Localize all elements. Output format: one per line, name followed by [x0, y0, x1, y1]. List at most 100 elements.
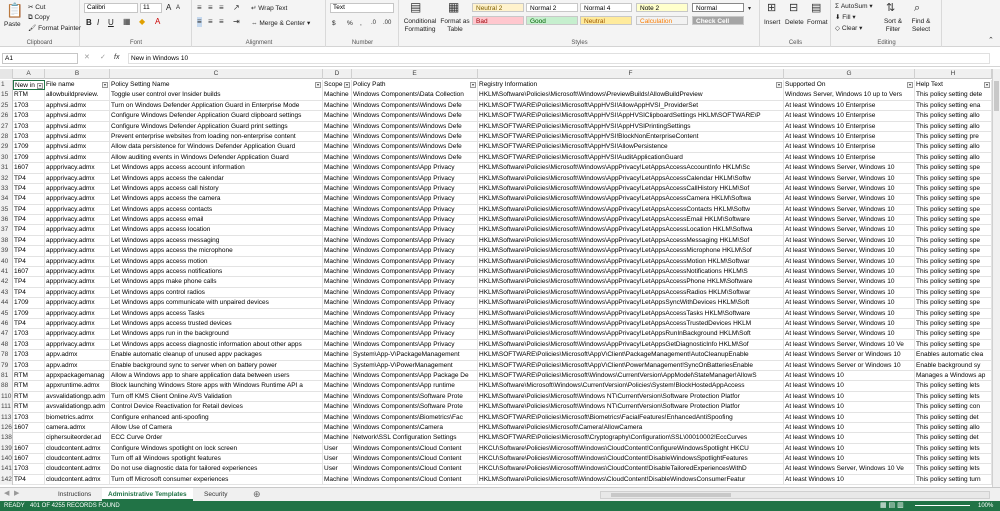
cell-supported-on[interactable]: At least Windows 10 Enterprise — [784, 131, 915, 143]
row-header[interactable]: 37 — [0, 225, 13, 236]
cell-style-note-2[interactable]: Note 2 — [636, 3, 688, 12]
cell-help-text[interactable]: Manages a Windows ap — [915, 370, 992, 382]
row-header[interactable]: 38 — [0, 235, 13, 247]
cell-scope[interactable]: Machine — [323, 308, 352, 319]
cell-scope[interactable]: Machine — [323, 225, 352, 236]
cell-registry-information[interactable]: HKLM\Software\Policies\Microsoft\Windows… — [478, 329, 784, 340]
row-header[interactable]: 111 — [0, 402, 13, 413]
cell-supported-on[interactable]: At least Windows 10 — [784, 412, 915, 423]
cell-new-in[interactable]: TP4 — [13, 225, 45, 236]
cell-registry-information[interactable]: HKLM\Software\Policies\Microsoft\Windows… — [478, 402, 784, 413]
indent-icon[interactable]: ⇥ — [233, 17, 240, 27]
cell-help-text[interactable]: This policy setting spe — [915, 298, 992, 309]
cell-new-in[interactable]: 1607 — [13, 163, 45, 174]
cell-help-text[interactable]: This policy setting spe — [915, 339, 992, 351]
row-header[interactable]: 142 — [0, 474, 13, 486]
filter-dropdown-icon[interactable]: ▾ — [776, 82, 782, 88]
row-header[interactable]: 25 — [0, 100, 13, 112]
column-header-d[interactable]: D — [323, 69, 352, 79]
cell-file-name[interactable]: appv.admx — [45, 360, 110, 371]
cell-new-in[interactable]: 1703 — [13, 360, 45, 371]
row-header[interactable]: 26 — [0, 111, 13, 122]
cell-policy-path[interactable]: Windows Components\App Privacy — [352, 225, 478, 236]
cell-policy-path[interactable]: Windows Components\App Privacy — [352, 163, 478, 174]
cell-file-name[interactable]: cloudcontent.admx — [45, 464, 110, 475]
enter-icon[interactable]: ✓ — [100, 53, 106, 63]
cell-scope[interactable]: User — [323, 454, 352, 465]
cell-file-name[interactable]: biometrics.admx — [45, 412, 110, 423]
cell-policy-path[interactable]: Windows Components\Software Prote — [352, 391, 478, 403]
formula-input[interactable]: New in Windows 10 — [128, 53, 990, 64]
header-cell-policy-path[interactable]: Policy Path ▾ — [352, 80, 478, 91]
cell-help-text[interactable]: This policy setting allo — [915, 152, 992, 164]
cell-registry-information[interactable]: HKLM\Software\Policies\Microsoft\Windows… — [478, 204, 784, 216]
cell-policy-setting-name[interactable]: Let Windows apps access contacts — [110, 204, 323, 216]
cell-scope[interactable]: Machine — [323, 215, 352, 226]
column-header-h[interactable]: H — [915, 69, 992, 79]
cell-supported-on[interactable]: At least Windows Server, Windows 10 — [784, 318, 915, 330]
cell-registry-information[interactable]: HKLM\Software\Policies\Microsoft\Windows… — [478, 183, 784, 195]
cell-file-name[interactable]: appprivacy.admx — [45, 163, 110, 174]
cell-policy-path[interactable]: Windows Components\Windows Defe — [352, 111, 478, 122]
cell-supported-on[interactable]: At least Windows Server or Windows 10 — [784, 350, 915, 361]
cell-registry-information[interactable]: HKLM\Software\Policies\Microsoft\Windows… — [478, 287, 784, 299]
font-name-select[interactable]: Calibri — [84, 3, 138, 13]
cell-file-name[interactable]: avsvalidationgp.adm — [45, 402, 110, 413]
cell-file-name[interactable]: appxruntime.admx — [45, 381, 110, 392]
currency-button[interactable]: $ — [332, 19, 336, 28]
cut-button[interactable]: ✂ Cut — [28, 3, 45, 12]
cell-new-in[interactable]: 1703 — [13, 100, 45, 112]
cell-policy-setting-name[interactable]: Allow data persistence for Windows Defen… — [110, 142, 323, 153]
cell-new-in[interactable]: TP4 — [13, 235, 45, 247]
cell-policy-setting-name[interactable]: Enable automatic cleanup of unused appv … — [110, 350, 323, 361]
cell-policy-path[interactable]: Windows Components\Windows Defe — [352, 142, 478, 153]
row-header[interactable]: 140 — [0, 454, 13, 465]
column-header-e[interactable]: E — [352, 69, 478, 79]
cell-file-name[interactable]: appprivacy.admx — [45, 329, 110, 340]
cell-policy-setting-name[interactable]: Let Windows apps access Tasks — [110, 308, 323, 319]
cell-supported-on[interactable]: At least Windows Server, Windows 10 — [784, 277, 915, 288]
conditional-formatting-icon[interactable]: ▤ — [410, 1, 421, 13]
header-cell-registry-information[interactable]: Registry Information ▾ — [478, 80, 784, 91]
cell-supported-on[interactable]: At least Windows 10 — [784, 443, 915, 455]
cell-policy-path[interactable]: Windows Components\App Privacy — [352, 308, 478, 319]
font-color-icon[interactable]: A — [155, 17, 160, 27]
cell-new-in[interactable]: RTM — [13, 370, 45, 382]
cell-file-name[interactable]: appprivacy.admx — [45, 318, 110, 330]
font-size-select[interactable]: 11 — [140, 3, 162, 13]
cell-help-text[interactable]: This policy setting spe — [915, 329, 992, 340]
copy-button[interactable]: ⧉ Copy — [28, 13, 50, 22]
cell-registry-information[interactable]: HKLM\SOFTWARE\Policies\Microsoft\Cryptog… — [478, 433, 784, 444]
cell-file-name[interactable]: allowbuildpreview. — [45, 90, 110, 101]
merge-center-button[interactable]: ⇔ Merge & Center ▾ — [251, 19, 310, 28]
cell-policy-path[interactable]: Windows Components\App Privacy — [352, 256, 478, 268]
cell-file-name[interactable]: apphvsi.admx — [45, 142, 110, 153]
cell-scope[interactable]: Machine — [323, 412, 352, 423]
cell-policy-path[interactable]: Network\SSL Configuration Settings — [352, 433, 478, 444]
cell-policy-setting-name[interactable]: Let Windows apps access motion — [110, 256, 323, 268]
cell-new-in[interactable]: 1703 — [13, 339, 45, 351]
cell-supported-on[interactable]: At least Windows Server, Windows 10 — [784, 267, 915, 278]
cell-supported-on[interactable]: At least Windows 10 — [784, 402, 915, 413]
cell-file-name[interactable]: appprivacy.admx — [45, 256, 110, 268]
column-header-c[interactable]: C — [110, 69, 323, 79]
row-header[interactable]: 81 — [0, 370, 13, 382]
cell-new-in[interactable]: TP4 — [13, 194, 45, 205]
align-right-icon[interactable]: ≡ — [219, 17, 224, 27]
cell-scope[interactable]: Machine — [323, 360, 352, 371]
cell-new-in[interactable]: TP4 — [13, 287, 45, 299]
cell-file-name[interactable]: apphvsi.admx — [45, 100, 110, 112]
cell-new-in[interactable]: 1703 — [13, 131, 45, 143]
cell-help-text[interactable]: This policy setting spe — [915, 194, 992, 205]
cell-registry-information[interactable]: HKLM\SOFTWARE\Policies\Microsoft\AppHVSI… — [478, 111, 784, 122]
cell-style-calculation[interactable]: Calculation — [636, 16, 688, 25]
cell-scope[interactable]: User — [323, 443, 352, 455]
cell-policy-path[interactable]: Windows Components\App Privacy — [352, 277, 478, 288]
filter-dropdown-icon[interactable]: ▾ — [984, 82, 990, 88]
cell-new-in[interactable]: RTM — [13, 402, 45, 413]
cell-help-text[interactable]: This policy setting allo — [915, 142, 992, 153]
cell-help-text[interactable]: This policy setting lets — [915, 454, 992, 465]
cell-style-good[interactable]: Good — [526, 16, 578, 25]
cell-policy-path[interactable]: Windows Components\Windows Defe — [352, 131, 478, 143]
cell-policy-setting-name[interactable]: Configure Windows Defender Application G… — [110, 111, 323, 122]
